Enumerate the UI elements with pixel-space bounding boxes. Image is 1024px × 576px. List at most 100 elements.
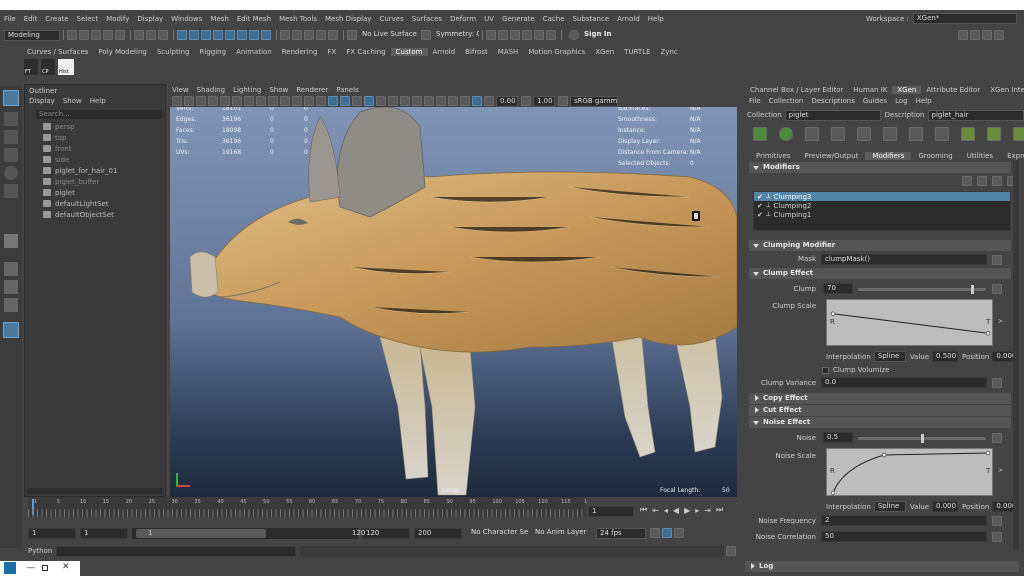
noise-frequency-field[interactable]: 2	[821, 515, 987, 526]
xgen-subtab-expressions[interactable]: Expressions	[1000, 152, 1024, 160]
add-modifier-icon[interactable]	[992, 176, 1002, 186]
xgen-subtab-utilities[interactable]: Utilities	[960, 152, 1000, 160]
display-hud-icon[interactable]	[472, 96, 482, 106]
workspace-dropdown[interactable]: XGen*	[912, 13, 1017, 24]
modifiers-header[interactable]: Modifiers	[749, 162, 1011, 173]
outliner-item[interactable]: defaultLightSet	[43, 198, 161, 209]
shelf-tab-motion-graphics[interactable]: Motion Graphics	[523, 48, 590, 56]
shelf-tab-fx-caching[interactable]: FX Caching	[341, 48, 390, 56]
auto-key-icon[interactable]	[662, 528, 672, 538]
shelf-tab-rigging[interactable]: Rigging	[195, 48, 232, 56]
step-forward-key-icon[interactable]: ⇥	[704, 506, 711, 515]
select-joints-icon[interactable]	[189, 30, 199, 40]
menu-help[interactable]: Help	[648, 15, 664, 23]
create-description-icon[interactable]	[753, 127, 767, 141]
select-curves-icon[interactable]	[201, 30, 211, 40]
maximize-icon[interactable]	[42, 565, 48, 571]
render-frame-icon[interactable]	[486, 30, 496, 40]
menu-deform[interactable]: Deform	[450, 15, 476, 23]
view-transform-dropdown[interactable]: sRGB gamma	[570, 95, 618, 107]
clump-slider[interactable]	[858, 285, 986, 294]
menu-curves[interactable]: Curves	[379, 15, 403, 23]
step-back-frame-icon[interactable]: ◂	[664, 506, 668, 515]
shelf-tab-curves-surfaces[interactable]: Curves / Surfaces	[22, 48, 93, 56]
outliner-menu-show[interactable]: Show	[63, 97, 82, 105]
clump-slider-knob[interactable]	[970, 285, 974, 294]
scale-tool-icon[interactable]	[4, 184, 18, 198]
interpolation-dropdown[interactable]: Spline	[873, 501, 906, 512]
select-deformers-icon[interactable]	[225, 30, 235, 40]
snap-live-icon[interactable]	[328, 30, 338, 40]
select-rendering-icon[interactable]	[249, 30, 259, 40]
add-guides-icon[interactable]	[805, 127, 819, 141]
wireframe-on-shaded-icon[interactable]	[328, 96, 338, 106]
go-to-start-icon[interactable]: ⏮	[640, 505, 647, 515]
play-forwards-icon[interactable]: ▶	[684, 506, 690, 515]
viewport-menu-panels[interactable]: Panels	[336, 86, 359, 94]
fps-dropdown[interactable]: 24 fps	[596, 527, 646, 539]
noise-scale-ramp[interactable]: R T	[826, 448, 993, 496]
xgen-subtab-preview-output[interactable]: Preview/Output	[797, 152, 865, 160]
expand-ramp-icon[interactable]: >	[998, 318, 1003, 325]
snap-grid-icon[interactable]	[280, 30, 290, 40]
ipr-render-icon[interactable]	[498, 30, 508, 40]
modifier-check-icon[interactable]: ✔	[757, 193, 763, 201]
outliner-menu-help[interactable]: Help	[90, 97, 106, 105]
last-tool-icon[interactable]	[4, 234, 18, 248]
menu-modify[interactable]: Modify	[106, 15, 129, 23]
smooth-shade-icon[interactable]	[316, 96, 326, 106]
clump-variance-field[interactable]: 0.0	[821, 377, 987, 388]
arnold-render-icon[interactable]	[546, 30, 556, 40]
screen-space-ao-icon[interactable]	[376, 96, 386, 106]
outliner-item[interactable]: side	[43, 154, 161, 165]
shelf-button-cp[interactable]: CP	[41, 59, 55, 75]
noise-correlation-field[interactable]: 50	[821, 531, 987, 542]
camera-attributes-icon[interactable]	[184, 96, 194, 106]
shelf-button-hist[interactable]: Hist	[58, 59, 74, 75]
menu-windows[interactable]: Windows	[171, 15, 202, 23]
mask-field[interactable]: clumpMask()	[821, 254, 987, 265]
tool-settings-icon[interactable]	[982, 30, 992, 40]
menu-edit[interactable]: Edit	[24, 15, 38, 23]
expression-menu-icon[interactable]	[992, 284, 1002, 294]
go-to-end-icon[interactable]: ⏭	[716, 505, 723, 515]
loop-icon[interactable]	[650, 528, 660, 538]
xgen-scrollbar[interactable]	[1013, 160, 1019, 550]
select-camera-icon[interactable]	[172, 96, 182, 106]
move-up-icon[interactable]	[962, 176, 972, 186]
lasso-tool-icon[interactable]	[4, 112, 18, 126]
outliner-item[interactable]: top	[43, 132, 161, 143]
symmetry-dropdown[interactable]: Symmetry: Off	[433, 29, 479, 41]
depth-of-field-icon[interactable]	[412, 96, 422, 106]
snap-point-icon[interactable]	[304, 30, 314, 40]
menu-surfaces[interactable]: Surfaces	[412, 15, 442, 23]
sculpt-guides-icon[interactable]	[883, 127, 897, 141]
expression-menu-icon[interactable]	[992, 516, 1002, 526]
shelf-tab-sculpting[interactable]: Sculpting	[152, 48, 195, 56]
ramp-control-point[interactable]	[882, 452, 887, 458]
step-forward-frame-icon[interactable]: ▸	[695, 506, 699, 515]
snap-view-icon[interactable]	[316, 30, 326, 40]
symmetry-icon[interactable]	[421, 30, 431, 40]
gate-mask-icon[interactable]	[256, 96, 266, 106]
modifier-item[interactable]: ✔ ⟂ Clumping2	[754, 201, 1010, 210]
log-header[interactable]: Log	[745, 561, 1019, 572]
menu-edit-mesh[interactable]: Edit Mesh	[237, 15, 271, 23]
clump-scale-ramp[interactable]: R T	[826, 299, 993, 346]
persp-outliner-layout-icon[interactable]	[4, 298, 18, 312]
field-chart-icon[interactable]	[268, 96, 278, 106]
clear-preview-icon[interactable]	[1013, 127, 1024, 141]
shelf-tab-turtle[interactable]: TURTLE	[619, 48, 655, 56]
expression-menu-icon[interactable]	[992, 255, 1002, 265]
current-frame-field[interactable]: 1	[588, 506, 634, 517]
viewport-canvas[interactable]: Verts: 18101 0 0 Edges: 36196 0 0 Faces: 18098 0 0 T…	[170, 107, 737, 497]
shelf-tab-animation[interactable]: Animation	[231, 48, 277, 56]
ramp-control-point[interactable]	[985, 331, 991, 336]
anim-layer-dropdown[interactable]: No Anim Layer	[532, 527, 592, 539]
minimize-icon[interactable]: —	[26, 563, 35, 573]
shelf-tab-rendering[interactable]: Rendering	[277, 48, 323, 56]
select-surfaces-icon[interactable]	[213, 30, 223, 40]
copy-effect-header[interactable]: Copy Effect	[749, 393, 1011, 404]
menu-cache[interactable]: Cache	[543, 15, 565, 23]
snap-curve-icon[interactable]	[292, 30, 302, 40]
